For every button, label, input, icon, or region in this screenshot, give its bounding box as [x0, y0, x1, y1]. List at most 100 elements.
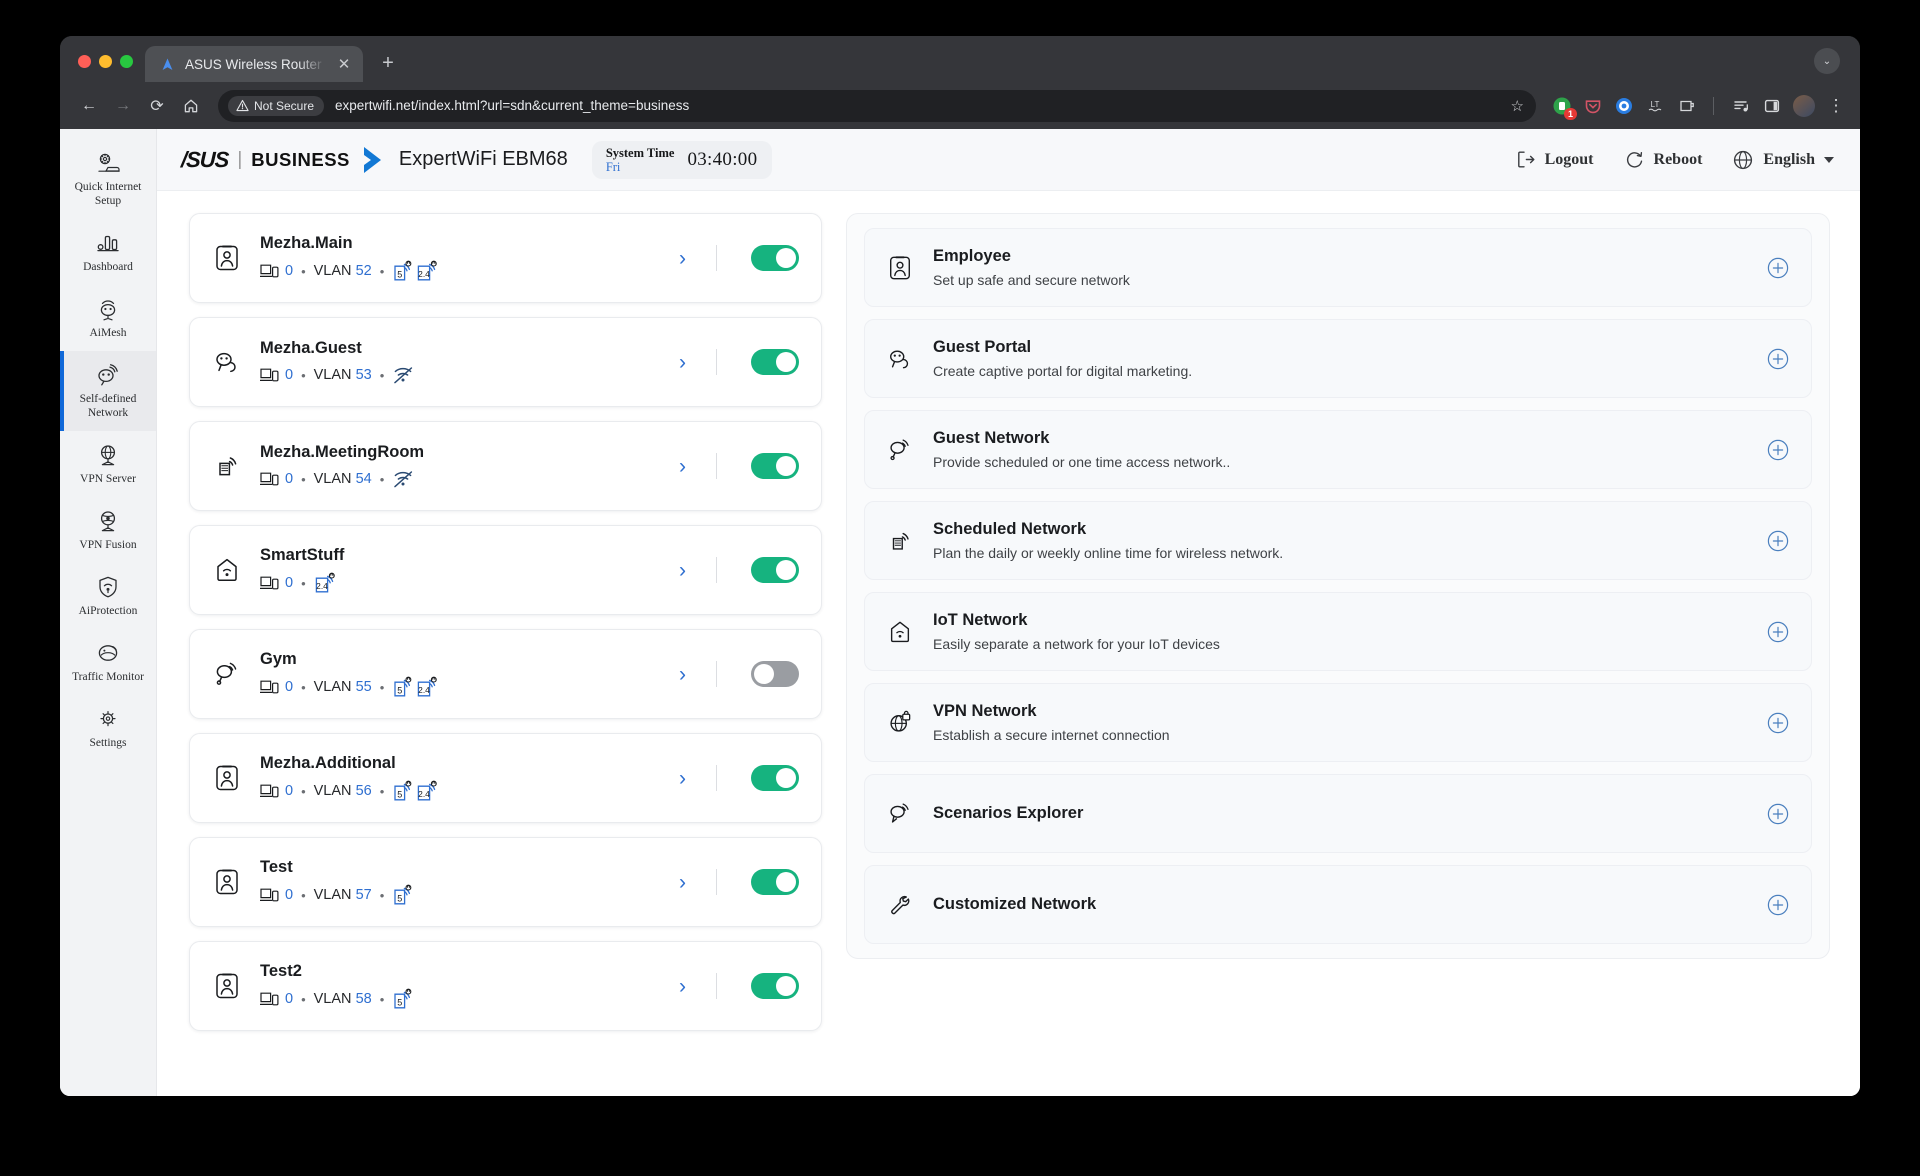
- chevron-down-icon[interactable]: ⌄: [1814, 48, 1840, 74]
- network-enable-toggle[interactable]: [751, 453, 799, 479]
- add-network-button[interactable]: [1767, 257, 1789, 279]
- band-badges: 2.4: [314, 572, 336, 594]
- network-enable-toggle[interactable]: [751, 349, 799, 375]
- clipboard-extension[interactable]: [1676, 96, 1696, 116]
- network-card[interactable]: Mezha.Additional 0 • VLAN 56 • 5 2.4 ›: [189, 733, 822, 823]
- network-detail-chevron-icon[interactable]: ›: [671, 248, 700, 269]
- privacy-extension[interactable]: [1614, 96, 1634, 116]
- feature-row-guest-network[interactable]: Guest Network Provide scheduled or one t…: [864, 410, 1812, 489]
- reading-list-icon[interactable]: [1731, 96, 1751, 116]
- add-network-button[interactable]: [1767, 621, 1789, 643]
- network-enable-toggle[interactable]: [751, 973, 799, 999]
- network-card[interactable]: SmartStuff 0 • 2.4 ›: [189, 525, 822, 615]
- meta-separator: •: [301, 263, 306, 279]
- reboot-button[interactable]: Reboot: [1624, 149, 1702, 170]
- feature-row-customized-network[interactable]: Customized Network: [864, 865, 1812, 944]
- svg-text:5: 5: [398, 685, 403, 695]
- device-count: 0: [260, 783, 293, 799]
- band-badges: 5 2.4: [392, 676, 438, 698]
- close-window-button[interactable]: [78, 55, 91, 68]
- sidebar-item-vpn-server[interactable]: VPN Server: [60, 431, 156, 497]
- network-detail-chevron-icon[interactable]: ›: [671, 976, 700, 997]
- network-enable-toggle[interactable]: [751, 869, 799, 895]
- window-traffic-lights: [74, 55, 145, 82]
- band-5ghz-icon: 5: [394, 676, 412, 697]
- maximize-window-button[interactable]: [120, 55, 133, 68]
- bookmark-star-icon[interactable]: ☆: [1511, 97, 1530, 115]
- customized-network-icon: [885, 892, 915, 918]
- tab-strip: ASUS Wireless Router Exper ✕ + ⌄: [60, 36, 1860, 82]
- minimize-window-button[interactable]: [99, 55, 112, 68]
- network-detail-chevron-icon[interactable]: ›: [671, 664, 700, 685]
- vlan-info: VLAN 56: [313, 783, 372, 799]
- network-enable-toggle[interactable]: [751, 245, 799, 271]
- reload-button[interactable]: ⟳: [142, 91, 172, 121]
- network-detail-chevron-icon[interactable]: ›: [671, 560, 700, 581]
- feature-row-vpn-network[interactable]: VPN Network Establish a secure internet …: [864, 683, 1812, 762]
- address-bar[interactable]: Not Secure expertwifi.net/index.html?url…: [218, 89, 1536, 122]
- home-button[interactable]: [176, 91, 206, 121]
- feature-row-iot-network[interactable]: IoT Network Easily separate a network fo…: [864, 592, 1812, 671]
- languagetool-extension[interactable]: LT: [1645, 96, 1665, 116]
- network-meta: 0 • 2.4: [260, 572, 655, 594]
- svg-text:5: 5: [398, 269, 403, 279]
- add-network-button[interactable]: [1767, 348, 1789, 370]
- forward-button[interactable]: →: [108, 91, 138, 121]
- back-button[interactable]: ←: [74, 91, 104, 121]
- feature-row-guest-portal[interactable]: Guest Portal Create captive portal for d…: [864, 319, 1812, 398]
- network-enable-toggle[interactable]: [751, 765, 799, 791]
- side-panel-icon[interactable]: [1762, 96, 1782, 116]
- network-card[interactable]: Test 0 • VLAN 57 • 5 ›: [189, 837, 822, 927]
- network-detail-chevron-icon[interactable]: ›: [671, 872, 700, 893]
- language-selector[interactable]: English: [1732, 149, 1834, 171]
- sidebar-item-dashboard[interactable]: Dashboard: [60, 219, 156, 285]
- network-detail-chevron-icon[interactable]: ›: [671, 456, 700, 477]
- network-detail-chevron-icon[interactable]: ›: [671, 768, 700, 789]
- browser-tab[interactable]: ASUS Wireless Router Exper ✕: [145, 46, 363, 82]
- profile-avatar[interactable]: [1793, 94, 1815, 117]
- brand-block: /SUS | BUSINESS ExpertWiFi EBM68: [181, 145, 568, 175]
- devices-icon: [260, 680, 279, 693]
- feature-row-employee[interactable]: Employee Set up safe and secure network: [864, 228, 1812, 307]
- network-detail-chevron-icon[interactable]: ›: [671, 352, 700, 373]
- add-network-button[interactable]: [1767, 530, 1789, 552]
- sidebar-item-traffic-monitor[interactable]: Traffic Monitor: [60, 629, 156, 695]
- add-network-button[interactable]: [1767, 439, 1789, 461]
- feature-row-scheduled-network[interactable]: Scheduled Network Plan the daily or week…: [864, 501, 1812, 580]
- new-tab-button[interactable]: +: [373, 48, 403, 78]
- chevron-down-icon: [1824, 156, 1834, 163]
- add-network-button[interactable]: [1767, 894, 1789, 916]
- network-card[interactable]: Gym 0 • VLAN 55 • 5 2.4 ›: [189, 629, 822, 719]
- sidebar-item-aimesh[interactable]: AiMesh: [60, 285, 156, 351]
- logout-button[interactable]: Logout: [1515, 149, 1594, 170]
- network-card[interactable]: Mezha.MeetingRoom 0 • VLAN 54 • ›: [189, 421, 822, 511]
- meta-separator: •: [379, 783, 385, 799]
- feature-row-scenarios-explorer[interactable]: Scenarios Explorer: [864, 774, 1812, 853]
- add-network-button[interactable]: [1767, 803, 1789, 825]
- meta-separator: •: [379, 263, 385, 279]
- network-card[interactable]: Mezha.Guest 0 • VLAN 53 • ›: [189, 317, 822, 407]
- network-card[interactable]: Mezha.Main 0 • VLAN 52 • 5 2.4 ›: [189, 213, 822, 303]
- network-card[interactable]: Test2 0 • VLAN 58 • 5 ›: [189, 941, 822, 1031]
- sidebar-item-quick-internet-setup[interactable]: Quick Internet Setup: [60, 139, 156, 219]
- network-enable-toggle[interactable]: [751, 661, 799, 687]
- meta-separator: •: [301, 575, 306, 591]
- pocket-extension[interactable]: [1583, 96, 1603, 116]
- feature-title: IoT Network: [933, 611, 1028, 629]
- sidebar-item-settings[interactable]: Settings: [60, 695, 156, 761]
- browser-menu-button[interactable]: ⋮: [1826, 96, 1846, 116]
- sidebar-item-self-defined-network[interactable]: Self-defined Network: [60, 351, 156, 431]
- sidebar-item-vpn-fusion[interactable]: VPN Fusion: [60, 497, 156, 563]
- sidebar-item-aiprotection[interactable]: AiProtection: [60, 563, 156, 629]
- network-meta: 0 • VLAN 54 •: [260, 469, 655, 489]
- band-badges: 5 2.4: [392, 260, 438, 282]
- device-count-value: 0: [285, 367, 294, 383]
- not-secure-badge[interactable]: Not Secure: [228, 95, 325, 116]
- extension-green-badge[interactable]: 1: [1552, 96, 1577, 120]
- close-icon[interactable]: ✕: [335, 55, 353, 73]
- network-enable-toggle[interactable]: [751, 557, 799, 583]
- add-network-button[interactable]: [1767, 712, 1789, 734]
- svg-text:2.4: 2.4: [316, 581, 328, 591]
- network-meta: 0 • VLAN 58 • 5: [260, 988, 655, 1010]
- network-list: Mezha.Main 0 • VLAN 52 • 5 2.4 › Mezha.G…: [189, 213, 822, 1096]
